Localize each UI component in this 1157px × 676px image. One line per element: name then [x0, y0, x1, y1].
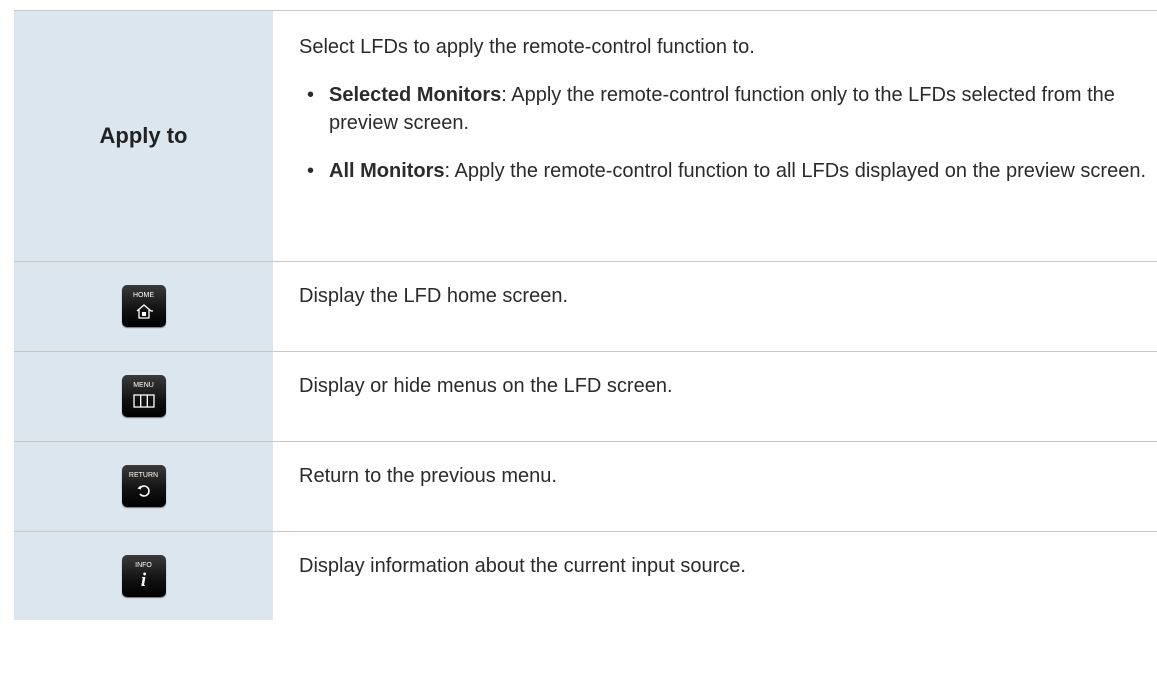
menu-key-label: MENU [133, 382, 154, 389]
home-key-button[interactable]: HOME [121, 285, 166, 327]
apply-to-description-cell: Select LFDs to apply the remote-control … [273, 11, 1157, 261]
apply-to-intro: Select LFDs to apply the remote-control … [299, 36, 755, 58]
info-key-description: Display information about the current in… [299, 555, 746, 577]
home-key-label: HOME [133, 292, 154, 299]
bullet-description: : Apply the remote-control function to a… [444, 160, 1147, 182]
info-key-button[interactable]: INFO i [121, 555, 166, 597]
info-icon: i [140, 570, 147, 591]
bullet-marker: • [307, 84, 315, 106]
return-icon [136, 482, 152, 500]
menu-key-button[interactable]: MENU [121, 375, 166, 417]
menu-key-row: MENU Display or hide menus on the LFD sc… [14, 352, 1157, 442]
apply-to-row: Apply to Select LFDs to apply the remote… [14, 11, 1157, 262]
menu-icon [132, 392, 155, 410]
apply-to-header: Apply to [99, 123, 188, 148]
menu-key-description: Display or hide menus on the LFD screen. [299, 375, 673, 397]
info-key-row: INFO i Display information about the cur… [14, 532, 1157, 620]
bullet-selected-monitors: • Selected Monitors: Apply the remote-co… [299, 81, 1157, 137]
return-key-description: Return to the previous menu. [299, 465, 557, 487]
remote-control-table: Apply to Select LFDs to apply the remote… [14, 10, 1157, 620]
return-key-row: RETURN Return to the previous menu. [14, 442, 1157, 532]
bullet-term: All Monitors [329, 160, 445, 182]
bullet-all-monitors: • All Monitors: Apply the remote-control… [299, 157, 1157, 185]
apply-to-label-cell: Apply to [14, 11, 273, 261]
home-icon [134, 302, 154, 320]
bullet-marker: • [307, 160, 315, 182]
info-key-label: INFO [135, 562, 152, 569]
return-key-button[interactable]: RETURN [121, 465, 166, 507]
bullet-term: Selected Monitors [329, 84, 502, 106]
info-icon-glyph: i [140, 570, 147, 591]
home-key-row: HOME Display the LFD home screen. [14, 262, 1157, 352]
return-key-label: RETURN [128, 472, 159, 479]
home-key-description: Display the LFD home screen. [299, 285, 569, 307]
